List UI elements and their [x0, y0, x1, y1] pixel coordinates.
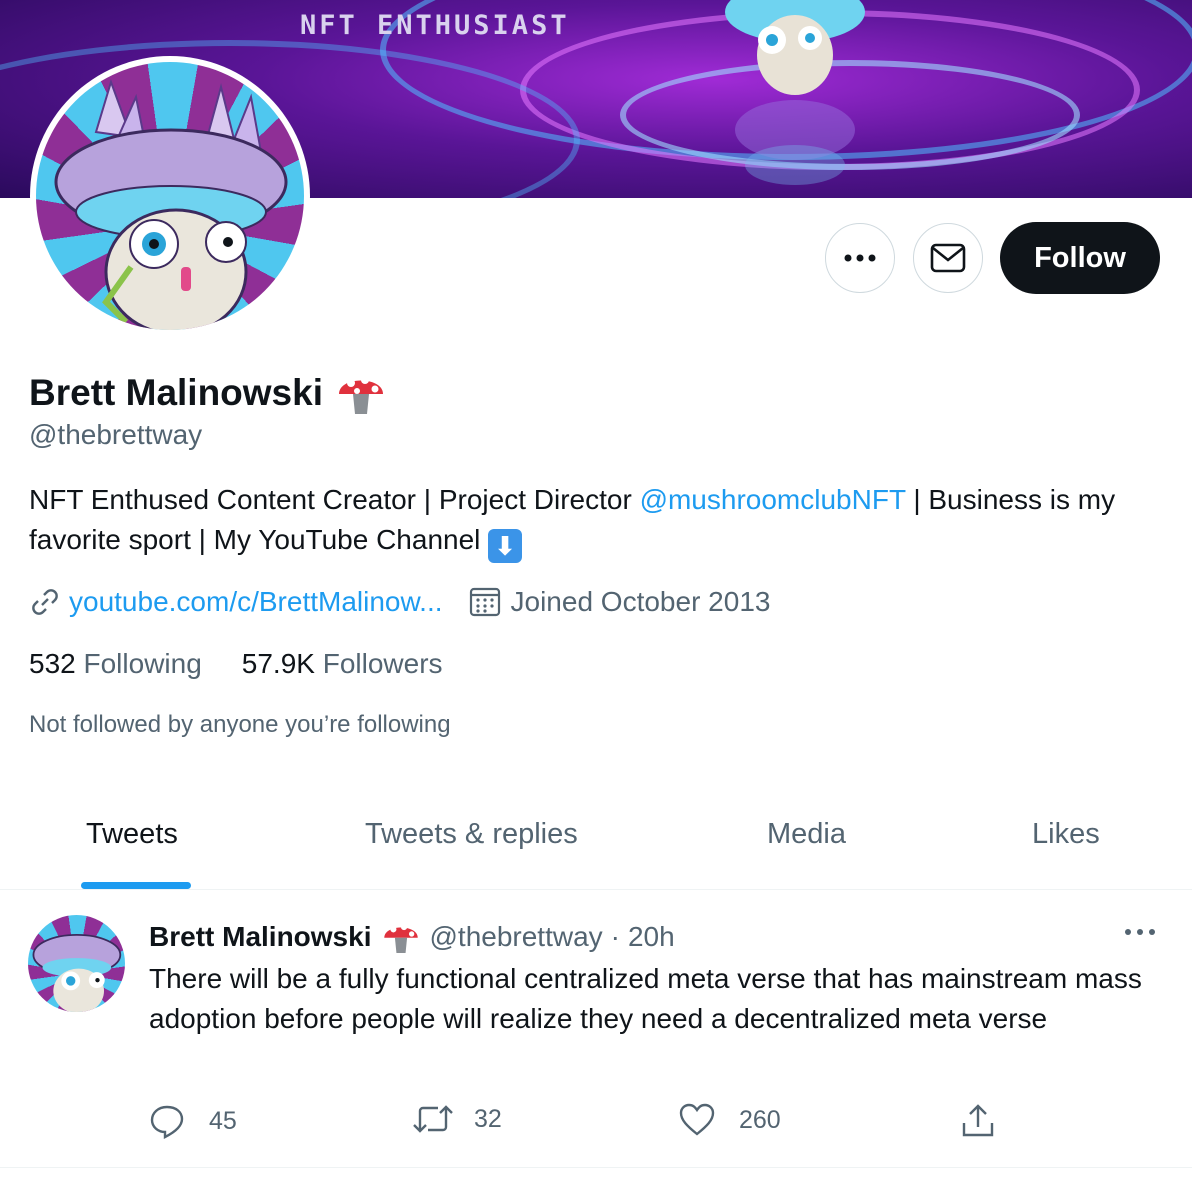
retweet-icon [413, 1105, 453, 1133]
tweet-text: There will be a fully functional central… [149, 963, 1142, 1034]
reply-icon [150, 1105, 184, 1139]
mushroom-icon [384, 924, 419, 953]
profile-meta: youtube.com/c/BrettMalinow... Joined Oct… [29, 586, 770, 618]
tweet-avatar[interactable] [28, 915, 125, 1012]
retweet-button[interactable]: 32 [412, 1103, 502, 1135]
tweet-author-name[interactable]: Brett Malinowski [149, 921, 371, 953]
share-icon [962, 1104, 994, 1137]
not-followed-notice: Not followed by anyone you’re following [29, 711, 451, 738]
bio-mention-link[interactable]: @mushroomclubNFT [640, 484, 906, 515]
followers-count: 57.9K [241, 648, 315, 679]
followers-stat[interactable]: 57.9K Followers [242, 648, 443, 680]
like-button[interactable]: 260 [679, 1103, 781, 1137]
tweet[interactable]: Brett Malinowski @thebrettway · 20h Ther… [0, 891, 1192, 1168]
following-count: 532 [29, 648, 76, 679]
profile-name: Brett Malinowski [29, 372, 323, 413]
tweet-timestamp[interactable]: 20h [628, 921, 675, 953]
bio-text: NFT Enthused Content Creator | Project D… [29, 484, 640, 515]
banner-caption: NFT ENTHUSIAST [300, 10, 570, 41]
following-stat[interactable]: 532 Following [29, 648, 202, 680]
calendar-icon [469, 587, 500, 617]
profile-website-link[interactable]: youtube.com/c/BrettMalinow... [69, 586, 443, 618]
reply-count: 45 [209, 1106, 237, 1135]
avatar-artwork [54, 78, 288, 330]
more-options-button[interactable] [825, 223, 895, 293]
message-button[interactable] [913, 223, 983, 293]
follow-stats: 532 Following 57.9K Followers [29, 648, 443, 680]
tab-media[interactable]: Media [767, 818, 846, 851]
tweet-author-handle[interactable]: @thebrettway [429, 921, 602, 953]
tweet-header: Brett Malinowski @thebrettway · 20h [149, 918, 675, 956]
retweet-count: 32 [474, 1104, 502, 1133]
link-icon [32, 589, 58, 615]
like-count: 260 [739, 1105, 781, 1134]
banner-character-image [725, 0, 865, 185]
avatar-image [36, 62, 304, 330]
down-arrow-icon: ⬇ [488, 529, 523, 563]
profile-avatar[interactable] [30, 56, 310, 336]
joined-date: Joined October 2013 [510, 586, 771, 617]
separator-dot: · [610, 921, 620, 952]
mushroom-icon [339, 376, 383, 414]
profile-name-row: Brett Malinowski [29, 368, 387, 418]
tab-tweets[interactable]: Tweets [86, 818, 178, 851]
mail-icon [930, 243, 966, 273]
tweet-actions: 45 32 260 [0, 1103, 1192, 1147]
more-icon [844, 254, 876, 262]
profile-tabs: Tweets Tweets & replies Media Likes [0, 780, 1192, 890]
profile-handle: @thebrettway [29, 419, 203, 450]
reply-button[interactable]: 45 [149, 1103, 237, 1139]
following-label: Following [83, 648, 202, 679]
active-tab-indicator [81, 882, 191, 889]
like-icon [679, 1103, 715, 1136]
more-icon[interactable] [1124, 927, 1156, 937]
follow-button[interactable]: Follow [1000, 222, 1160, 294]
followers-label: Followers [322, 648, 443, 679]
tab-tweets-replies[interactable]: Tweets & replies [365, 818, 578, 851]
avatar-artwork [32, 934, 122, 1012]
tab-likes[interactable]: Likes [1032, 818, 1100, 851]
share-button[interactable] [960, 1103, 996, 1139]
profile-bio: NFT Enthused Content Creator | Project D… [29, 480, 1159, 563]
